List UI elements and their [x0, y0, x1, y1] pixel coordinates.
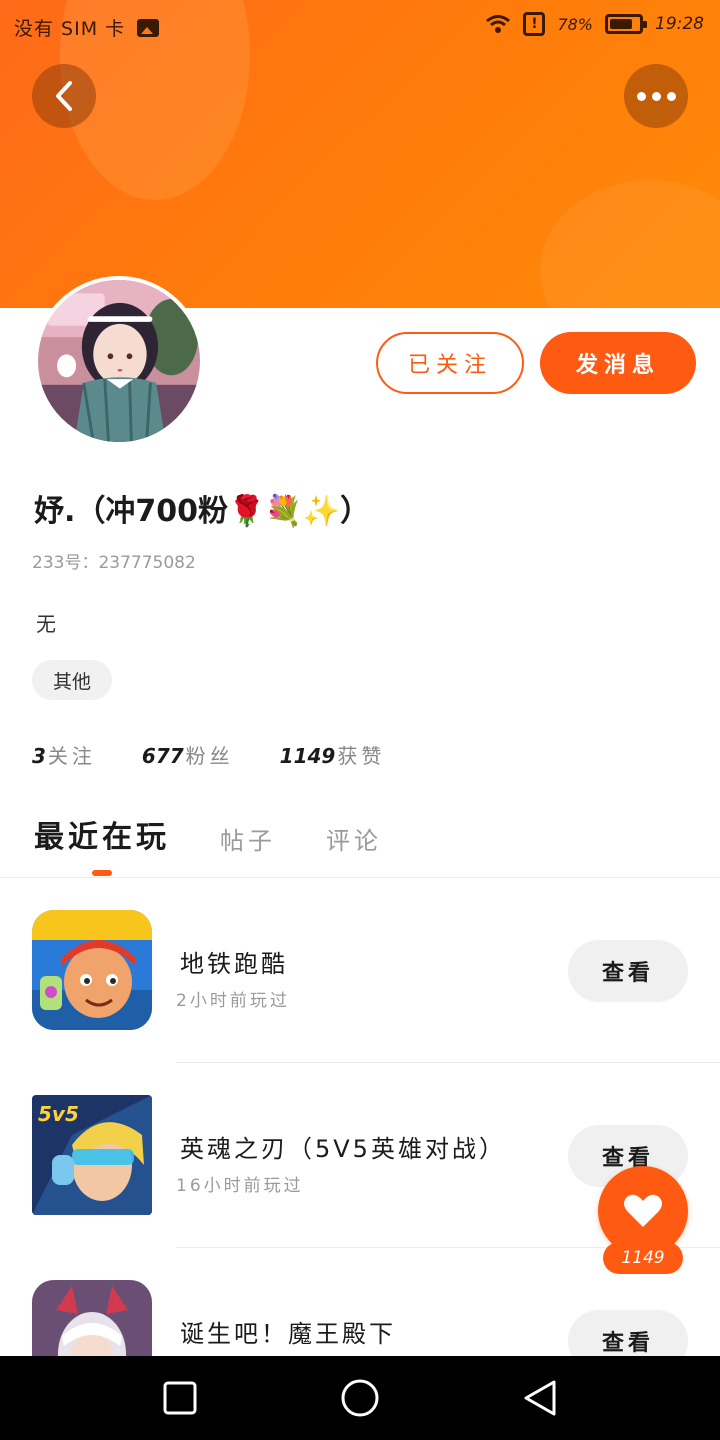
stat-label: 粉丝 — [185, 744, 234, 768]
bio: 无 — [36, 612, 56, 636]
user-id: 233号：237775082 — [32, 553, 196, 573]
username: 妤.（冲700粉🌹💐✨） — [34, 494, 371, 529]
status-bar: 没有 SIM 卡 ! 78% 19:28 — [0, 0, 720, 52]
list-item[interactable]: 地铁跑酷 2小时前玩过 查看 — [0, 910, 720, 1095]
tab-posts[interactable]: 帖子 — [220, 821, 276, 856]
battery-percent: 78% — [557, 14, 593, 34]
view-button[interactable]: 查看 — [568, 940, 688, 1002]
tab-comments[interactable]: 评论 — [326, 821, 382, 856]
stats-row: 3 关注 677 粉丝 1149 获赞 — [32, 740, 385, 769]
profile-tabs: 最近在玩 帖子 评论 — [34, 812, 382, 856]
home-button[interactable] — [340, 1378, 380, 1418]
game-title: 诞生吧！魔王殿下 — [180, 1320, 396, 1348]
image-notification-icon — [137, 18, 160, 37]
divider — [176, 1062, 720, 1063]
tab-indicator — [92, 870, 112, 876]
stat-followers[interactable]: 677 粉丝 — [142, 740, 234, 769]
battery-icon — [605, 14, 647, 34]
stat-likes[interactable]: 1149 获赞 — [280, 740, 386, 769]
profile-tag[interactable]: 其他 — [32, 660, 112, 700]
alert-icon: ! — [523, 12, 546, 36]
game-title: 英魂之刃（5V5英雄对战） — [180, 1135, 506, 1163]
recent-apps-button[interactable] — [160, 1378, 200, 1418]
tab-recently-played[interactable]: 最近在玩 — [34, 812, 170, 856]
banner-decoration — [540, 180, 720, 308]
game-title: 地铁跑酷 — [180, 950, 288, 978]
carrier-text: 没有 SIM 卡 — [14, 18, 126, 40]
game-last-played: 16小时前玩过 — [176, 1176, 304, 1196]
following-button[interactable]: 已关注 — [376, 332, 524, 394]
nav-back-button[interactable] — [520, 1378, 560, 1418]
circle-icon — [341, 1379, 379, 1417]
square-icon — [163, 1381, 197, 1415]
triangle-back-icon — [524, 1380, 556, 1416]
like-count: 1149 — [603, 1242, 683, 1274]
divider — [0, 877, 720, 878]
avatar[interactable] — [34, 276, 204, 446]
stat-label: 关注 — [47, 744, 96, 768]
game-icon-soul-blade[interactable]: 5v5 — [32, 1095, 152, 1215]
wifi-icon — [485, 13, 511, 35]
game-icon-subway-surfers[interactable] — [32, 910, 152, 1030]
svg-text:5v5: 5v5 — [38, 1102, 79, 1126]
send-message-button[interactable]: 发消息 — [540, 332, 696, 394]
stat-number: 1149 — [279, 744, 336, 768]
stat-number: 677 — [141, 744, 184, 768]
stat-number: 3 — [32, 744, 46, 768]
heart-icon — [624, 1194, 662, 1227]
back-button[interactable] — [32, 64, 96, 128]
more-button[interactable] — [624, 64, 688, 128]
profile-banner: 没有 SIM 卡 ! 78% 19:28 — [0, 0, 720, 308]
chevron-left-icon — [56, 81, 72, 111]
clock: 19:28 — [655, 14, 704, 34]
game-last-played: 2小时前玩过 — [176, 991, 290, 1011]
more-dots-icon — [636, 91, 676, 101]
stat-following[interactable]: 3 关注 — [32, 740, 96, 769]
stat-label: 获赞 — [337, 744, 386, 768]
system-nav-bar — [0, 1356, 720, 1440]
